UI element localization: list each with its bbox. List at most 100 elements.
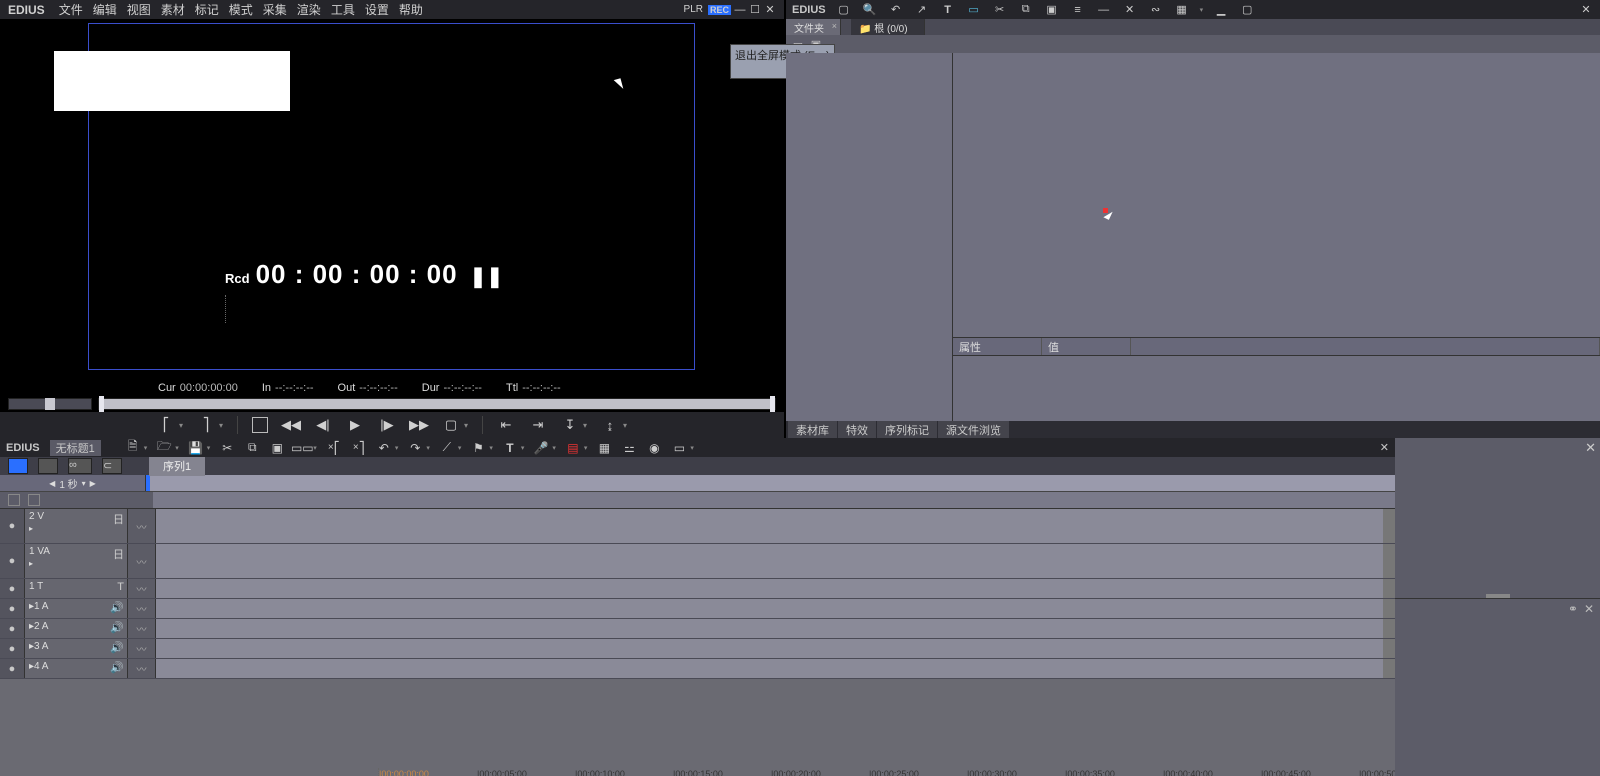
cut-icon[interactable]: ✂ [992, 2, 1008, 18]
paste-icon[interactable]: ▣ [269, 440, 285, 456]
marquee-icon[interactable]: ▭ [966, 2, 982, 18]
minimize-button[interactable]: — [734, 4, 746, 16]
menu-clip[interactable]: 素材 [161, 1, 185, 18]
delete-in-icon[interactable]: ×⎡ [326, 440, 342, 456]
track-toggle-icon[interactable]: 🔊 [110, 641, 124, 654]
prev-edit-button[interactable]: ⇤ [497, 416, 515, 434]
timeline-close-button[interactable]: ✕ [1380, 441, 1389, 454]
stop-button[interactable] [252, 417, 268, 433]
menu-settings[interactable]: 设置 [365, 1, 389, 18]
copy-icon[interactable]: ⧉ [1018, 2, 1034, 18]
menu-tools[interactable]: 工具 [331, 1, 355, 18]
redo-icon[interactable]: ↷ [407, 440, 423, 456]
loop-button[interactable]: ▢ [442, 416, 460, 434]
undo-icon[interactable]: ↶ [376, 440, 392, 456]
tab-library[interactable]: 素材库 [788, 421, 837, 439]
track-lane[interactable] [156, 619, 1383, 638]
monitor-icon[interactable]: ◉ [646, 440, 662, 456]
dock-min-icon[interactable]: ▁ [1213, 2, 1229, 18]
delete-icon[interactable]: ✕ [1122, 2, 1138, 18]
track-lock[interactable]: 〰 [128, 579, 156, 598]
paste-icon[interactable]: ▣ [1044, 2, 1060, 18]
step-back-button[interactable]: ◀| [314, 416, 332, 434]
time-ruler[interactable]: |00:00:00:00|00:00:05:00|00:00:10:00|00:… [0, 491, 1395, 509]
new-seq-icon[interactable]: 🗎 [125, 440, 141, 456]
zoom-out-icon[interactable]: ◀ [49, 479, 55, 488]
program-monitor[interactable]: Rcd 00 : 00 : 00 : 00 ❚❚ [0, 19, 784, 380]
tab-source-browse[interactable]: 源文件浏览 [938, 421, 1009, 439]
track-toggle-icon[interactable]: 日 [113, 511, 124, 527]
save-icon[interactable]: 💾 [188, 440, 204, 456]
track-lane[interactable] [156, 579, 1383, 598]
track-header[interactable]: ▸1 A🔊 [25, 599, 128, 618]
track-lock[interactable]: 〰 [128, 639, 156, 658]
track-header[interactable]: ▸2 A🔊 [25, 619, 128, 638]
track-lane[interactable] [156, 599, 1383, 618]
maximize-button[interactable]: ☐ [749, 4, 761, 16]
title-t-icon[interactable]: T [502, 440, 518, 456]
tab-effects[interactable]: 特效 [838, 421, 876, 439]
bin-tree[interactable] [786, 53, 953, 421]
track-toggle-icon[interactable]: 🔊 [110, 601, 124, 614]
track-toggle-icon[interactable]: T [117, 581, 124, 593]
project-name[interactable]: 无标题1 [50, 440, 101, 456]
copy-icon[interactable]: ⧉ [244, 440, 260, 456]
track-scrollbar[interactable] [1383, 619, 1395, 638]
track-patch[interactable]: ● [0, 544, 25, 578]
track-header[interactable]: ▸3 A🔊 [25, 639, 128, 658]
flag-icon[interactable]: ⚑ [470, 440, 486, 456]
menu-capture[interactable]: 采集 [263, 1, 287, 18]
track-patch[interactable]: ● [0, 579, 25, 598]
track-scrollbar[interactable] [1383, 599, 1395, 618]
expand-icon[interactable]: ▸ [29, 559, 33, 568]
menu-view[interactable]: 视图 [127, 1, 151, 18]
folder-tab[interactable]: 文件夹× [786, 19, 841, 35]
in-value[interactable]: --:--:--:-- [275, 382, 313, 394]
track-scrollbar[interactable] [1383, 579, 1395, 598]
insert-button[interactable]: ↧ [561, 416, 579, 434]
track-scrollbar[interactable] [1383, 544, 1395, 578]
out-value[interactable]: --:--:--:-- [359, 382, 397, 394]
bin-list[interactable]: 属性 值 [953, 53, 1600, 421]
cur-value[interactable]: 00:00:00:00 [180, 382, 238, 394]
tab-seq-markers[interactable]: 序列标记 [877, 421, 937, 439]
close-button[interactable]: ✕ [764, 4, 776, 16]
close-small-icon[interactable]: ✕ [1584, 602, 1594, 616]
track-lane[interactable] [156, 509, 1383, 543]
scrub-bar[interactable] [0, 396, 784, 412]
ruler-btn-2[interactable] [28, 494, 40, 506]
bin-close-button[interactable]: ✕ [1578, 2, 1594, 18]
play-button[interactable]: ▶ [346, 416, 364, 434]
menu-help[interactable]: 帮助 [399, 1, 423, 18]
track-lane[interactable] [156, 639, 1383, 658]
mode-group[interactable]: ⊂ [102, 458, 122, 474]
open-icon[interactable]: 🗁 [156, 440, 172, 456]
menu-marker[interactable]: 标记 [195, 1, 219, 18]
output-icon[interactable]: ▭ [671, 440, 687, 456]
track-scrollbar[interactable] [1383, 659, 1395, 678]
align-icon[interactable]: ≡ [1070, 2, 1086, 18]
rewind-button[interactable]: ◀◀ [282, 416, 300, 434]
root-tab[interactable]: 📁 根 (0/0) [851, 19, 925, 35]
grid-icon[interactable]: ▦ [596, 440, 612, 456]
track-patch[interactable]: ● [0, 619, 25, 638]
color-icon[interactable]: ▤ [565, 440, 581, 456]
value-col[interactable]: 值 [1042, 338, 1131, 355]
menu-edit[interactable]: 编辑 [93, 1, 117, 18]
menu-mode[interactable]: 模式 [229, 1, 253, 18]
mode-link[interactable]: ∞ [68, 458, 92, 474]
title-icon[interactable]: T [940, 2, 956, 18]
up-icon[interactable]: ↶ [888, 2, 904, 18]
track-lock[interactable]: 〰 [128, 619, 156, 638]
mode-trim[interactable] [38, 458, 58, 474]
track-scrollbar[interactable] [1383, 509, 1395, 543]
track-scrollbar[interactable] [1383, 639, 1395, 658]
mic-icon[interactable]: 🎤 [533, 440, 549, 456]
track-header[interactable]: 1 VA日▸ [25, 544, 128, 578]
set-out-button[interactable]: ⎤ [197, 416, 215, 434]
cut-icon[interactable]: ✂ [219, 440, 235, 456]
expand-icon[interactable]: ▸ [29, 524, 33, 533]
track-patch[interactable]: ● [0, 659, 25, 678]
search-icon[interactable]: 🔍 [862, 2, 878, 18]
zoom-level[interactable]: 1 秒 [59, 476, 77, 491]
